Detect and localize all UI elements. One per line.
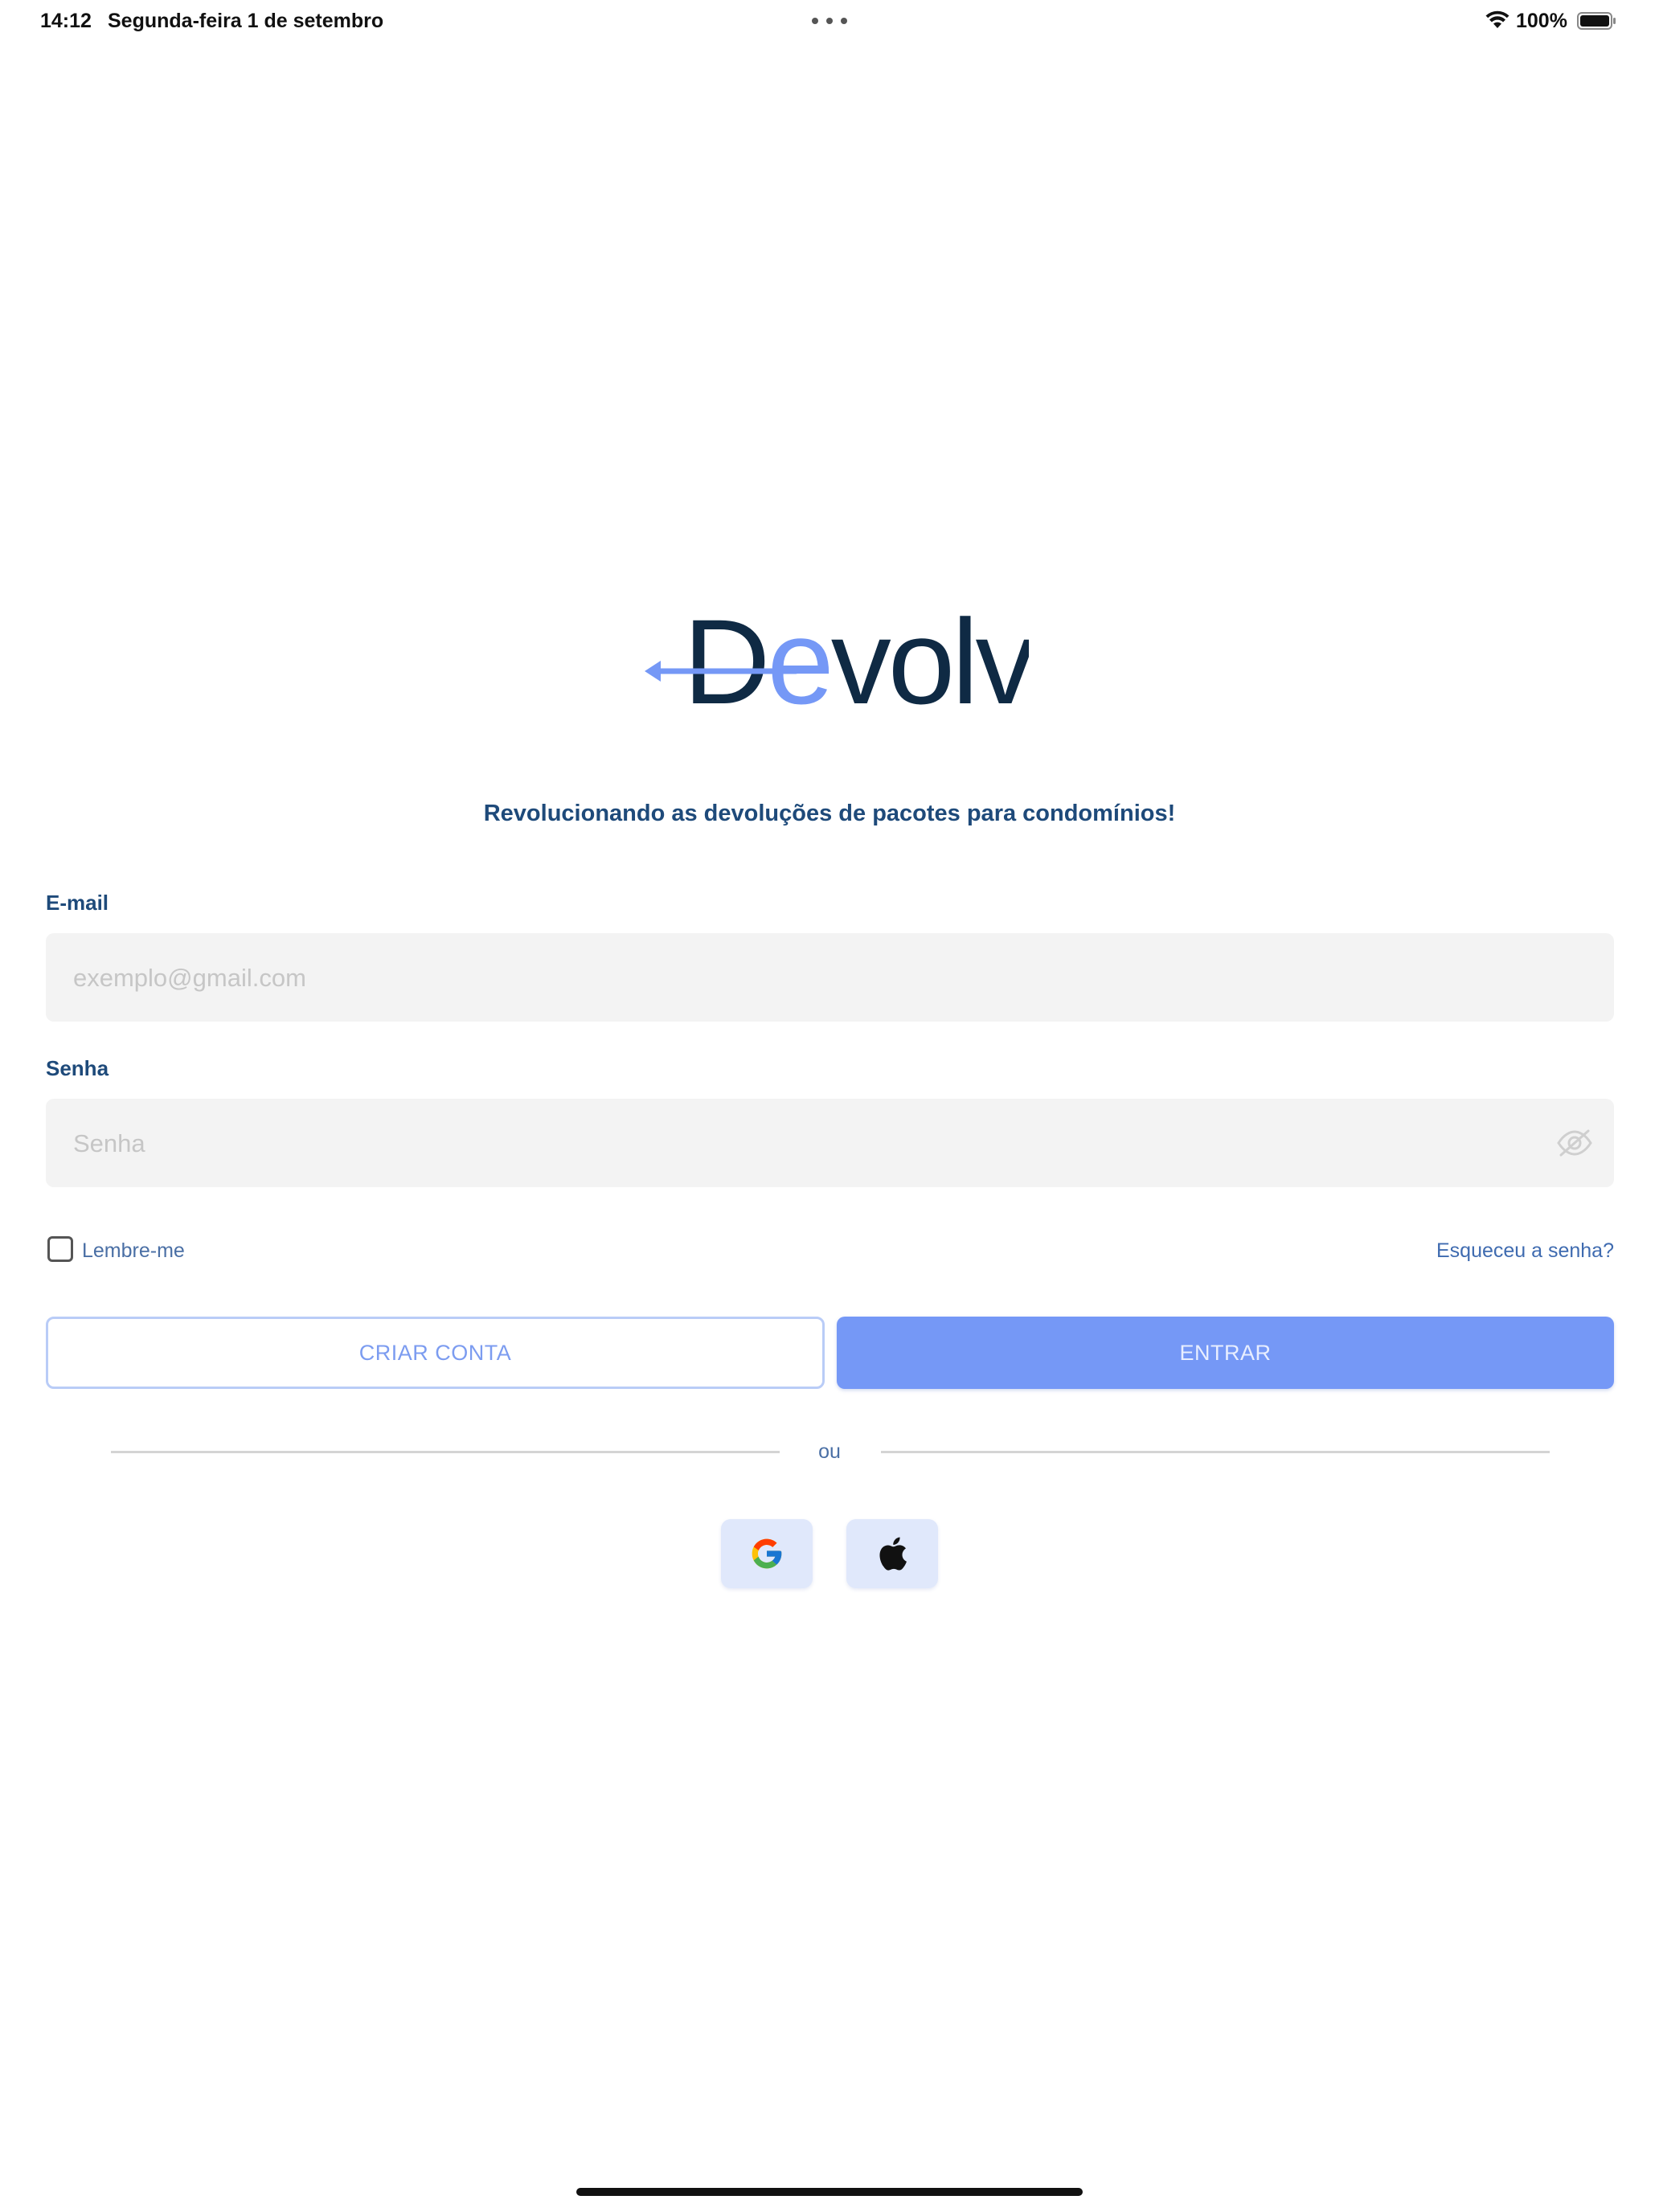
eye-off-icon[interactable]	[1556, 1128, 1593, 1158]
status-time: 14:12	[40, 10, 92, 32]
enter-button[interactable]: ENTRAR	[837, 1317, 1614, 1389]
devolvi-logo: Devolvi	[645, 603, 1029, 723]
home-indicator[interactable]	[576, 2188, 1083, 2196]
divider-text: ou	[818, 1440, 841, 1463]
login-screen: 14:12 Segunda-feira 1 de setembro 100% D…	[0, 0, 1659, 2212]
multitasking-dots-icon[interactable]	[812, 18, 847, 24]
status-date: Segunda-feira 1 de setembro	[108, 10, 384, 32]
apple-icon	[879, 1537, 907, 1571]
google-icon	[752, 1538, 782, 1569]
tagline: Revolucionando as devoluções de pacotes …	[483, 801, 1176, 826]
apple-login-button[interactable]	[846, 1519, 938, 1588]
battery-percentage: 100%	[1516, 10, 1567, 32]
status-bar: 14:12 Segunda-feira 1 de setembro 100%	[0, 0, 1659, 45]
email-label: E-mail	[46, 891, 109, 915]
battery-full-icon	[1577, 12, 1616, 30]
create-account-button[interactable]: CRIAR CONTA	[46, 1317, 825, 1389]
password-label: Senha	[46, 1056, 109, 1080]
email-input[interactable]	[72, 933, 1522, 1023]
password-input[interactable]	[72, 1099, 1522, 1189]
divider-line-right	[881, 1451, 1550, 1453]
remember-me-label[interactable]: Lembre-me	[82, 1239, 185, 1263]
password-field-container	[46, 1099, 1614, 1189]
google-login-button[interactable]	[721, 1519, 813, 1588]
forgot-password-link[interactable]: Esqueceu a senha?	[1436, 1239, 1614, 1263]
svg-text:Devolvi: Devolvi	[683, 603, 1029, 723]
divider-line-left	[111, 1451, 780, 1453]
wifi-icon	[1485, 10, 1509, 28]
email-field-container	[46, 933, 1614, 1023]
remember-me-checkbox[interactable]	[47, 1236, 73, 1262]
